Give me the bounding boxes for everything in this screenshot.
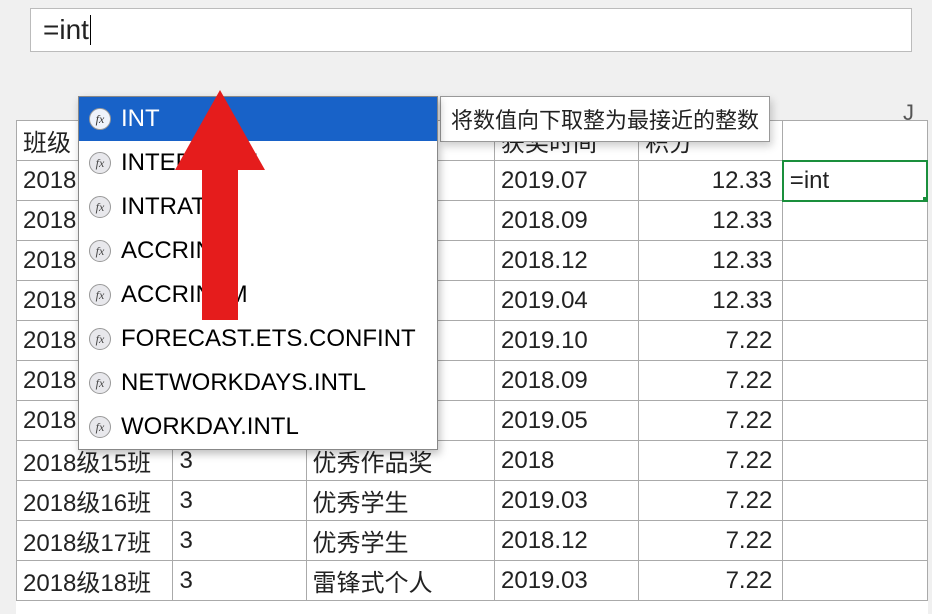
autocomplete-item-accrintm[interactable]: fx ACCRINTM bbox=[79, 273, 437, 317]
cell[interactable]: 2018.09 bbox=[495, 201, 639, 241]
cell[interactable]: 12.33 bbox=[639, 161, 783, 201]
cell[interactable] bbox=[783, 241, 927, 281]
fx-icon: fx bbox=[89, 416, 111, 438]
cell[interactable] bbox=[783, 521, 927, 561]
autocomplete-label: NETWORKDAYS.INTL bbox=[121, 369, 366, 397]
table-row: 2018级16班3优秀学生2019.037.22 bbox=[17, 481, 928, 521]
cell[interactable]: 12.33 bbox=[639, 201, 783, 241]
cell[interactable]: 12.33 bbox=[639, 281, 783, 321]
cell[interactable]: 7.22 bbox=[639, 441, 783, 481]
cell[interactable]: 12.33 bbox=[639, 241, 783, 281]
active-cell[interactable]: =int bbox=[783, 161, 927, 201]
cell[interactable]: 7.22 bbox=[639, 401, 783, 441]
autocomplete-label: WORKDAY.INTL bbox=[121, 413, 299, 441]
function-tooltip: 将数值向下取整为最接近的整数 bbox=[440, 96, 770, 142]
autocomplete-item-intercept[interactable]: fx INTERCEPT bbox=[79, 141, 437, 185]
fx-icon: fx bbox=[89, 284, 111, 306]
cell[interactable]: 3 bbox=[173, 561, 306, 601]
cell[interactable] bbox=[783, 441, 927, 481]
autocomplete-item-workday-intl[interactable]: fx WORKDAY.INTL bbox=[79, 405, 437, 449]
cell[interactable] bbox=[783, 201, 927, 241]
fx-icon: fx bbox=[89, 196, 111, 218]
cell[interactable]: 7.22 bbox=[639, 321, 783, 361]
autocomplete-label: ACCRINT bbox=[121, 237, 228, 265]
autocomplete-item-accrint[interactable]: fx ACCRINT bbox=[79, 229, 437, 273]
formula-bar[interactable]: =int bbox=[30, 8, 912, 52]
fx-icon: fx bbox=[89, 108, 111, 130]
autocomplete-item-int[interactable]: fx INT bbox=[79, 97, 437, 141]
table-row: 2018级17班3优秀学生2018.127.22 bbox=[17, 521, 928, 561]
cell[interactable]: 2018级18班 bbox=[17, 561, 173, 601]
autocomplete-item-forecast-ets-confint[interactable]: fx FORECAST.ETS.CONFINT bbox=[79, 317, 437, 361]
cell[interactable]: 2019.04 bbox=[495, 281, 639, 321]
fx-icon: fx bbox=[89, 328, 111, 350]
header-cell[interactable] bbox=[783, 121, 927, 161]
formula-text: =int bbox=[43, 14, 89, 46]
fx-icon: fx bbox=[89, 152, 111, 174]
cell[interactable] bbox=[783, 281, 927, 321]
cell[interactable] bbox=[783, 481, 927, 521]
cell[interactable]: 2019.05 bbox=[495, 401, 639, 441]
cell[interactable] bbox=[783, 561, 927, 601]
cell[interactable]: 7.22 bbox=[639, 361, 783, 401]
cell[interactable]: 2019.03 bbox=[495, 481, 639, 521]
autocomplete-label: INTERCEPT bbox=[121, 149, 257, 177]
cell[interactable]: 2018.12 bbox=[495, 241, 639, 281]
cell[interactable] bbox=[783, 321, 927, 361]
cell[interactable]: 7.22 bbox=[639, 481, 783, 521]
cell[interactable]: 3 bbox=[173, 481, 306, 521]
fx-icon: fx bbox=[89, 372, 111, 394]
autocomplete-label: INTRATE bbox=[121, 193, 222, 221]
fx-icon: fx bbox=[89, 240, 111, 262]
cell[interactable]: 7.22 bbox=[639, 561, 783, 601]
cell[interactable] bbox=[783, 361, 927, 401]
cell[interactable]: 2018 bbox=[495, 441, 639, 481]
cell[interactable]: 2018.09 bbox=[495, 361, 639, 401]
autocomplete-item-intrate[interactable]: fx INTRATE bbox=[79, 185, 437, 229]
table-row: 2018级18班3雷锋式个人2019.037.22 bbox=[17, 561, 928, 601]
function-autocomplete[interactable]: fx INT fx INTERCEPT fx INTRATE fx ACCRINT fx ACCR… bbox=[78, 96, 438, 450]
cell[interactable]: 2018级17班 bbox=[17, 521, 173, 561]
cell[interactable]: 2018.12 bbox=[495, 521, 639, 561]
cell[interactable]: 2018级16班 bbox=[17, 481, 173, 521]
cell[interactable]: 2019.03 bbox=[495, 561, 639, 601]
cell[interactable]: 7.22 bbox=[639, 521, 783, 561]
autocomplete-label: INT bbox=[121, 105, 160, 133]
autocomplete-label: ACCRINTM bbox=[121, 281, 248, 309]
cell[interactable]: 优秀学生 bbox=[306, 481, 495, 521]
cell[interactable]: 2019.10 bbox=[495, 321, 639, 361]
cell[interactable] bbox=[783, 401, 927, 441]
cell[interactable]: 3 bbox=[173, 521, 306, 561]
autocomplete-item-networkdays-intl[interactable]: fx NETWORKDAYS.INTL bbox=[79, 361, 437, 405]
autocomplete-label: FORECAST.ETS.CONFINT bbox=[121, 325, 416, 353]
text-cursor bbox=[90, 15, 91, 45]
cell[interactable]: 雷锋式个人 bbox=[306, 561, 495, 601]
cell[interactable]: 2019.07 bbox=[495, 161, 639, 201]
cell[interactable]: 优秀学生 bbox=[306, 521, 495, 561]
